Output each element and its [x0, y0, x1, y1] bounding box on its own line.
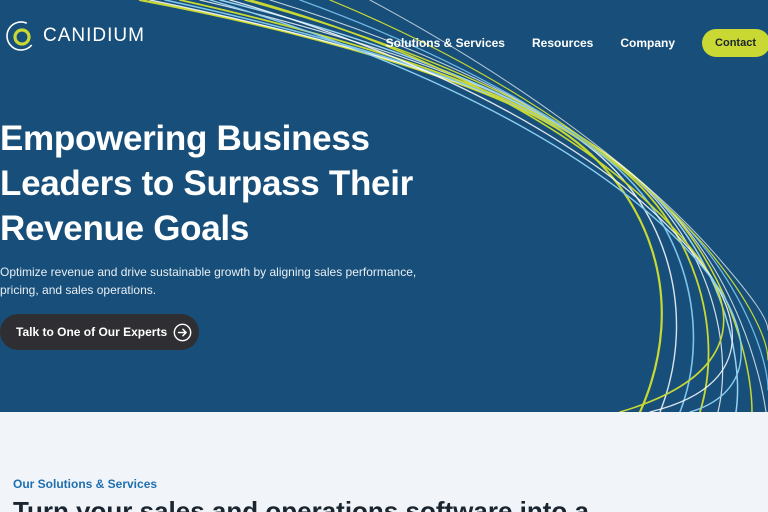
- subheadline-line: pricing, and sales operations.: [0, 283, 157, 297]
- hero-headline: Empowering Business Leaders to Surpass T…: [0, 116, 460, 251]
- cta-label: Talk to One of Our Experts: [16, 325, 168, 339]
- brand-logo[interactable]: CANIDIUM: [5, 20, 145, 52]
- contact-button[interactable]: Contact: [702, 29, 768, 57]
- nav-resources[interactable]: Resources: [532, 36, 593, 50]
- top-navigation: Solutions & Services Resources Company C…: [386, 29, 768, 57]
- brand-name: CANIDIUM: [43, 25, 145, 46]
- nav-company[interactable]: Company: [620, 36, 675, 50]
- hero-subheadline: Optimize revenue and drive sustainable g…: [0, 263, 430, 299]
- canidium-logo-icon: [6, 21, 36, 51]
- subheadline-line: Optimize revenue and drive sustainable g…: [0, 265, 417, 279]
- headline-line: Revenue Goals: [0, 209, 249, 248]
- headline-line: Leaders to Surpass Their: [0, 164, 413, 203]
- hero-section: CANIDIUM Solutions & Services Resources …: [0, 0, 768, 412]
- nav-solutions-services[interactable]: Solutions & Services: [386, 36, 505, 50]
- section-title: Turn your sales and operations software …: [13, 496, 589, 512]
- section-eyebrow: Our Solutions & Services: [13, 477, 158, 491]
- arrow-right-circle-icon: [173, 323, 192, 341]
- talk-to-expert-button[interactable]: Talk to One of Our Experts: [0, 314, 199, 350]
- headline-line: Empowering Business: [0, 119, 370, 158]
